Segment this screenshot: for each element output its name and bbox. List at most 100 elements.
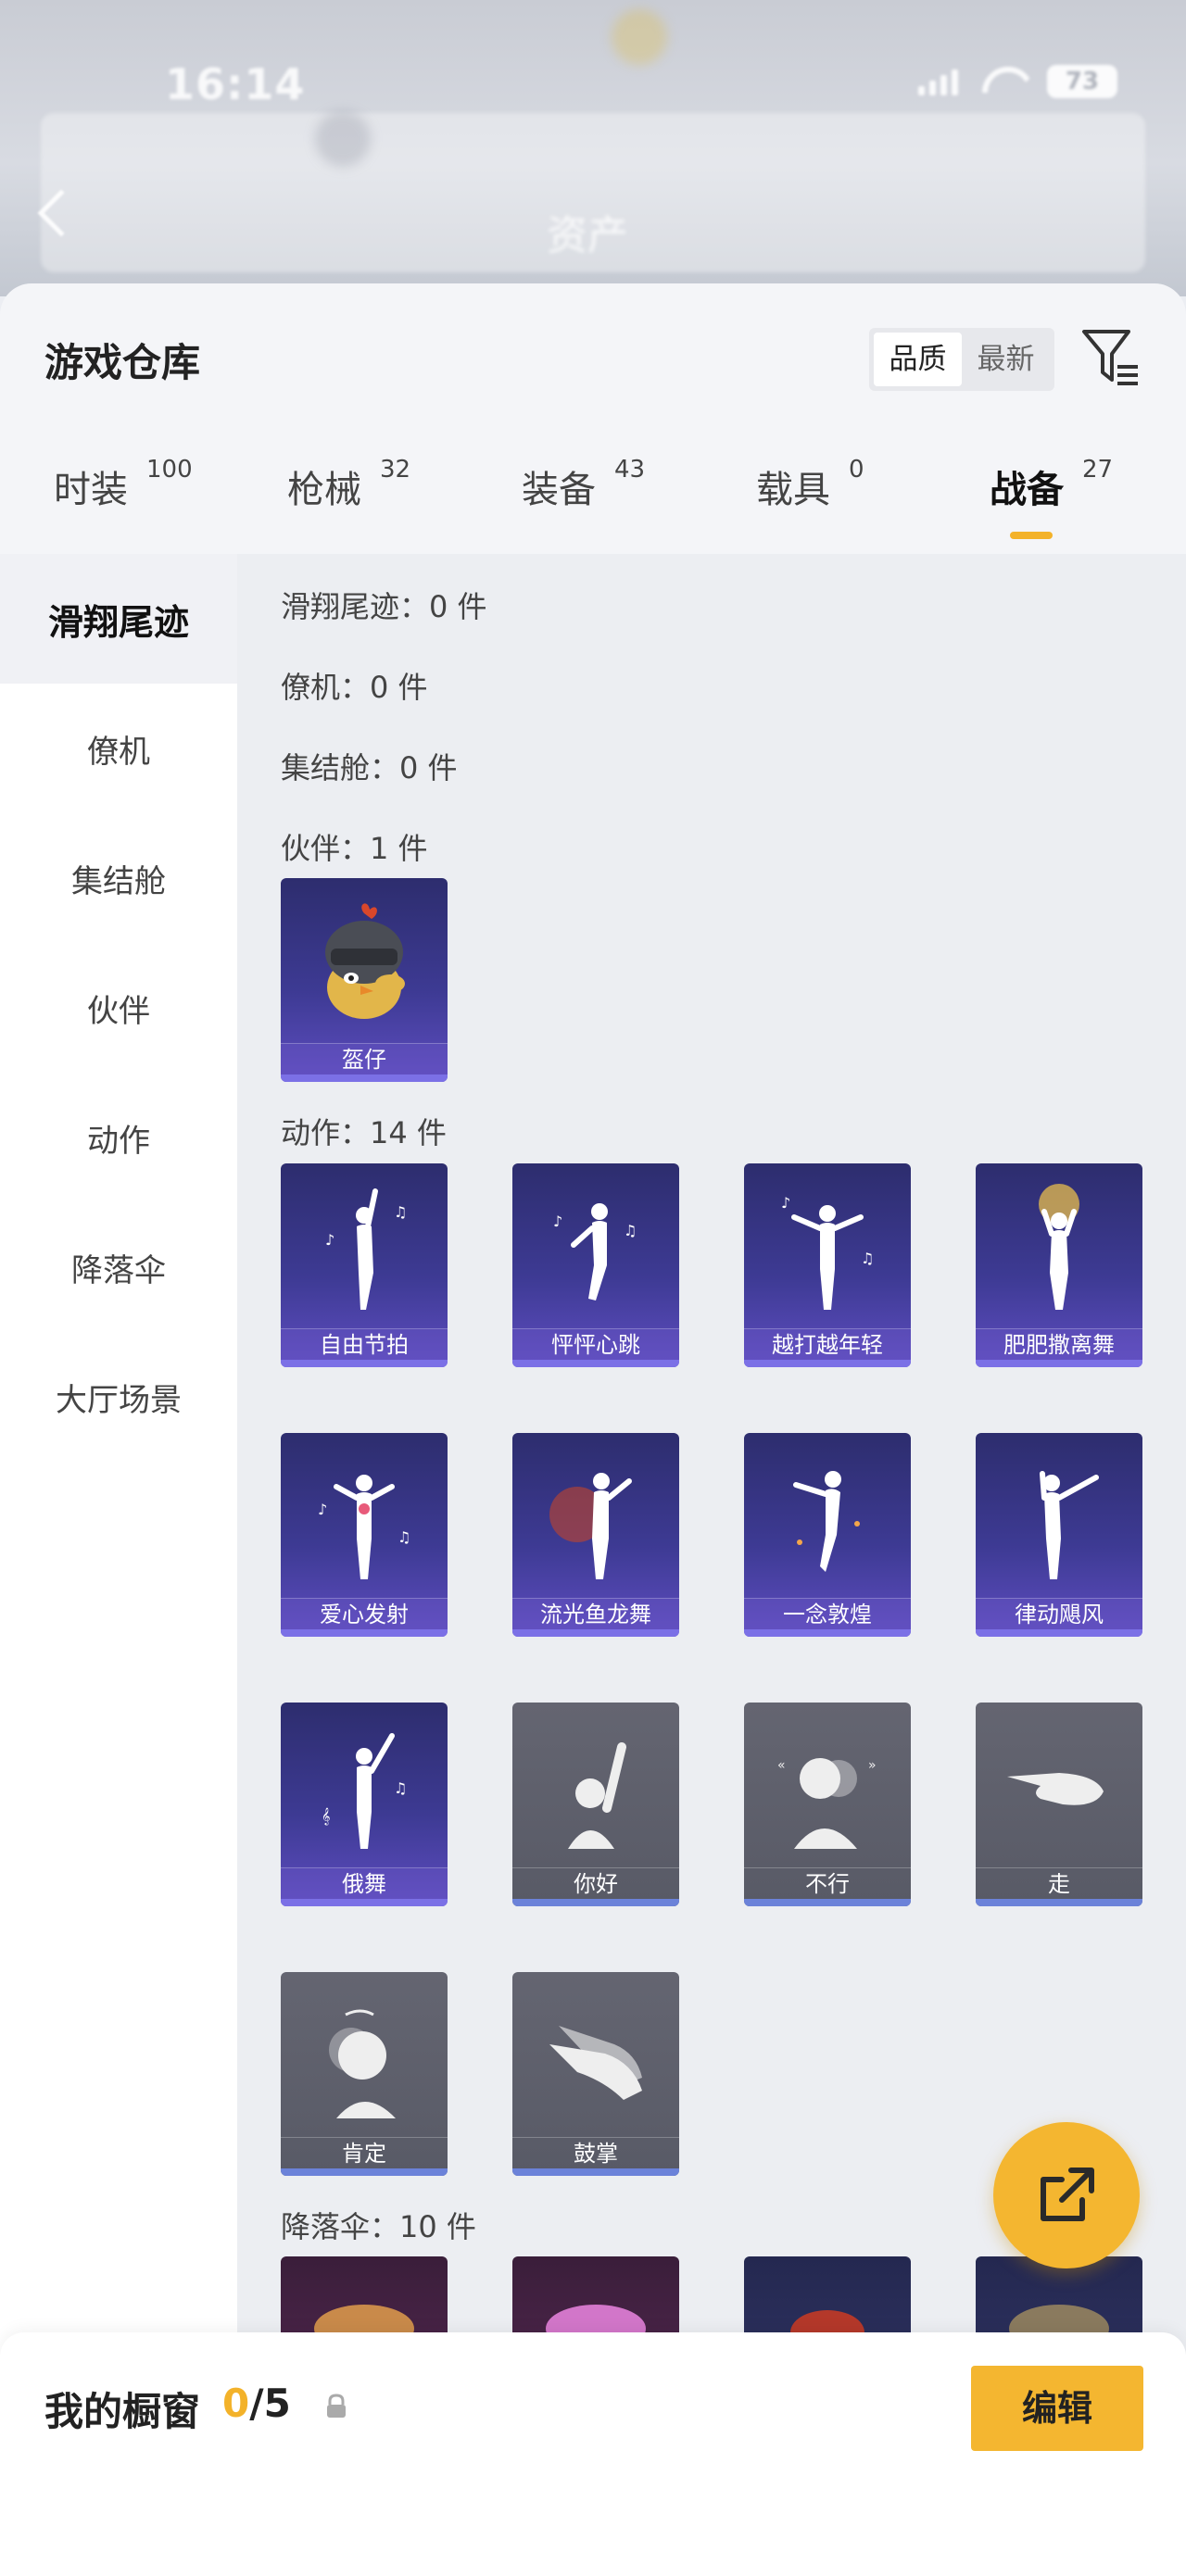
- svg-text:♪: ♪: [325, 1231, 334, 1249]
- tab-count: 43: [614, 456, 646, 484]
- sheet-title: 游戏仓库: [44, 340, 201, 385]
- share-icon: [1041, 2168, 1094, 2221]
- item-name: 你好: [512, 1867, 679, 1899]
- dancer-figure-image: ♪♫: [325, 1188, 407, 1310]
- item-card[interactable]: 走: [976, 1703, 1142, 1906]
- section-header: 滑翔尾迹：0 件: [281, 589, 487, 624]
- showcase-current: 0: [222, 2381, 250, 2426]
- tab-label: 枪械: [287, 469, 361, 511]
- sidebar-item-lobby-scene[interactable]: 大厅场景: [0, 1332, 237, 1462]
- sidebar: 滑翔尾迹 僚机 集结舱 伙伴 动作 降落伞 大厅场景: [0, 554, 237, 2471]
- section-header: 动作：14 件: [281, 1115, 447, 1150]
- item-card[interactable]: ♪ ♫ 越打越年轻: [744, 1163, 911, 1367]
- signal-icon: [918, 68, 958, 95]
- item-card[interactable]: 流光鱼龙舞: [512, 1433, 679, 1637]
- item-name: 肯定: [281, 2137, 448, 2168]
- tab-label: 时装: [54, 469, 128, 511]
- item-name: 俄舞: [281, 1867, 448, 1899]
- showcase-bar: 我的橱窗 0/5 编辑: [0, 2332, 1186, 2576]
- item-name: 走: [976, 1867, 1142, 1899]
- svg-text:♪: ♪: [781, 1194, 790, 1212]
- item-card[interactable]: ♪ ♫ 自由节拍: [281, 1163, 448, 1367]
- lock-icon: [327, 2394, 346, 2418]
- tab-label: 载具: [756, 469, 830, 511]
- rarity-bar: [976, 1899, 1142, 1906]
- dancer-figure-image: [1039, 1184, 1079, 1310]
- item-card[interactable]: 律动飓风: [976, 1433, 1142, 1637]
- edit-button[interactable]: 编辑: [971, 2366, 1143, 2451]
- rarity-bar: [512, 1360, 679, 1367]
- item-card[interactable]: «» 不行: [744, 1703, 911, 1906]
- sidebar-item-partner[interactable]: 伙伴: [0, 943, 237, 1073]
- section-header: 集结舱：0 件: [281, 750, 458, 785]
- item-card[interactable]: 盔仔: [281, 878, 448, 1082]
- tab-count: 27: [1082, 456, 1114, 484]
- item-name: 越打越年轻: [744, 1328, 911, 1360]
- item-name: 爱心发射: [281, 1598, 448, 1629]
- item-card[interactable]: ♪ ♫ 怦怦心跳: [512, 1163, 679, 1367]
- item-name: 自由节拍: [281, 1328, 448, 1360]
- dancer-figure-image: ♪♫: [553, 1203, 637, 1301]
- rarity-bar: [976, 1360, 1142, 1367]
- tab-label: 战备: [990, 469, 1064, 511]
- item-card[interactable]: 肯定: [281, 1972, 448, 2176]
- filter-icon[interactable]: [1080, 326, 1142, 391]
- section-header: 伙伴：1 件: [281, 831, 428, 866]
- svg-text:𝄞: 𝄞: [322, 1807, 330, 1826]
- svg-text:♫: ♫: [861, 1250, 874, 1267]
- dancer-figure-image: [1040, 1471, 1099, 1579]
- tab-count: 32: [380, 456, 411, 484]
- rarity-bar: [744, 1629, 911, 1637]
- rarity-bar: [512, 2168, 679, 2176]
- rarity-bar: [744, 1899, 911, 1906]
- item-card[interactable]: 肥肥撒离舞: [976, 1163, 1142, 1367]
- svg-text:♫: ♫: [394, 1203, 407, 1221]
- rarity-bar: [281, 1074, 448, 1082]
- sidebar-item-emote[interactable]: 动作: [0, 1073, 237, 1202]
- status-time: 16:14: [165, 59, 306, 109]
- sidebar-item-parachute[interactable]: 降落伞: [0, 1202, 237, 1332]
- section-header: 降落伞：10 件: [281, 2209, 476, 2244]
- partner-chick-image: [325, 903, 405, 1019]
- category-tabs: 时装 100 枪械 32 装备 43 载具 0 战备 27: [0, 413, 1186, 517]
- item-card[interactable]: 𝄞 ♫ 俄舞: [281, 1703, 448, 1906]
- svg-text:♫: ♫: [394, 1779, 407, 1797]
- svg-text:♪: ♪: [318, 1501, 327, 1518]
- showcase-label: 我的橱窗: [44, 2389, 201, 2434]
- dancer-figure-image: 𝄞♫: [322, 1733, 407, 1849]
- svg-text:♫: ♫: [624, 1222, 637, 1239]
- item-name: 盔仔: [281, 1043, 448, 1074]
- dancer-figure-image: [793, 1471, 860, 1572]
- rarity-bar: [512, 1899, 679, 1906]
- warehouse-sheet: 游戏仓库 品质 最新 时装 100 枪械 32 装备 43 载具 0 战备 27…: [0, 283, 1186, 2576]
- sidebar-item-wingman[interactable]: 僚机: [0, 684, 237, 813]
- showcase-total: /5: [249, 2381, 291, 2426]
- active-tab-indicator: [1010, 532, 1053, 539]
- item-card[interactable]: 鼓掌: [512, 1972, 679, 2176]
- blurred-background-header: 16:14 73 资产: [0, 0, 1186, 296]
- item-name: 流光鱼龙舞: [512, 1598, 679, 1629]
- rarity-bar: [976, 1629, 1142, 1637]
- clapping-hands-image: [549, 2026, 642, 2100]
- battery-icon: 73: [1047, 65, 1117, 98]
- sheet-header: 游戏仓库 品质 最新: [0, 283, 1186, 413]
- svg-text:«: «: [777, 1758, 786, 1773]
- section-header: 僚机：0 件: [281, 670, 428, 705]
- wifi-icon: [982, 67, 1023, 96]
- item-card[interactable]: 一念敦煌: [744, 1433, 911, 1637]
- waving-hand-image: [568, 1742, 626, 1849]
- nod-head-image: [329, 2009, 396, 2118]
- sidebar-item-rally-pod[interactable]: 集结舱: [0, 813, 237, 943]
- tab-count: 100: [146, 456, 193, 484]
- rarity-bar: [281, 1360, 448, 1367]
- item-card[interactable]: 你好: [512, 1703, 679, 1906]
- share-button[interactable]: [993, 2122, 1140, 2268]
- sort-latest-button[interactable]: 最新: [962, 333, 1050, 386]
- svg-text:♪: ♪: [553, 1213, 562, 1230]
- sidebar-item-glide-trail[interactable]: 滑翔尾迹: [0, 554, 237, 684]
- item-card[interactable]: ♪ ♫ 爱心发射: [281, 1433, 448, 1637]
- blurred-decor: [612, 9, 667, 65]
- sort-quality-button[interactable]: 品质: [874, 333, 962, 386]
- svg-text:»: »: [868, 1758, 877, 1773]
- item-name: 鼓掌: [512, 2137, 679, 2168]
